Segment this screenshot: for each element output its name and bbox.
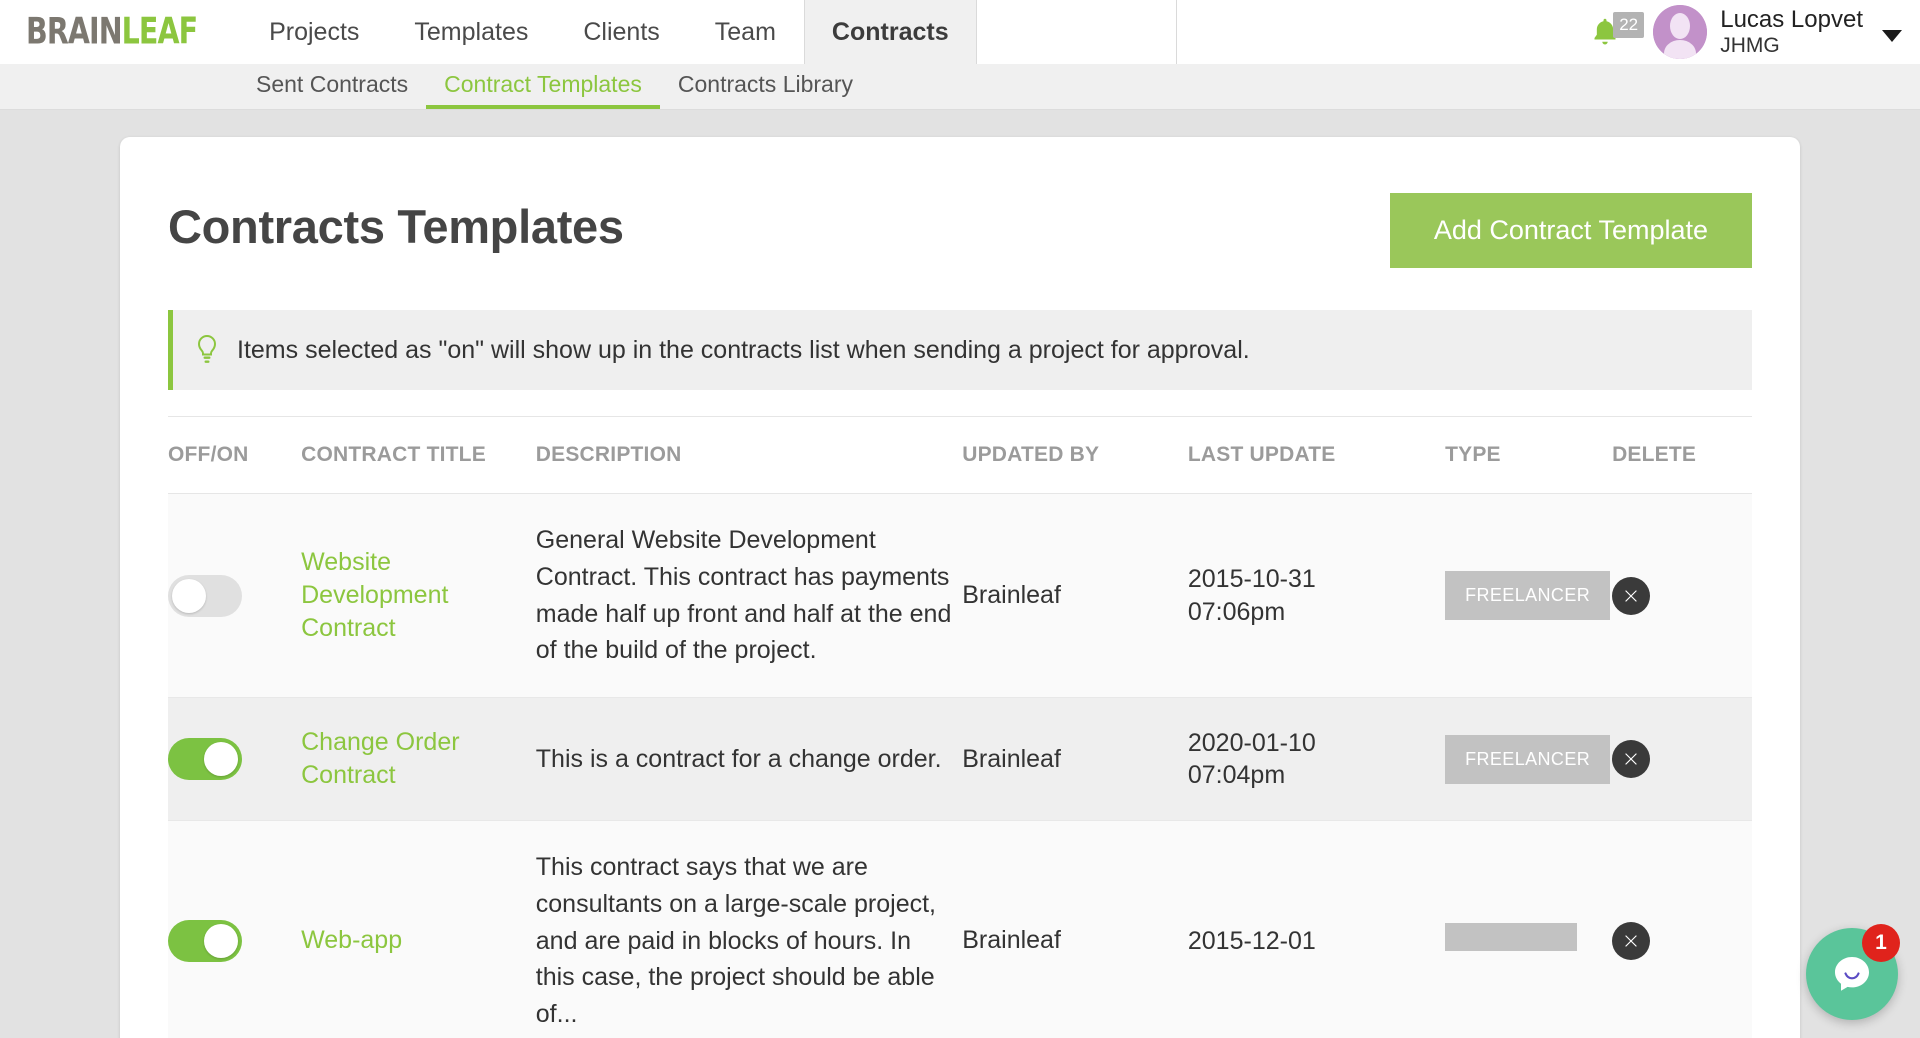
avatar <box>1653 5 1708 59</box>
cell-type: FREELANCER <box>1445 697 1613 821</box>
cell-last-update: 2020-01-10 07:04pm <box>1187 697 1446 821</box>
notification-count-badge: 22 <box>1613 12 1645 38</box>
type-badge: FREELANCER <box>1445 571 1611 620</box>
cell-updated-by: Brainleaf <box>962 697 1188 821</box>
table-row: Website Development Contract General Web… <box>168 493 1752 698</box>
column-header-type: TYPE <box>1445 416 1613 494</box>
last-update-date: 2015-12-01 <box>1187 926 1316 955</box>
content-card: Contracts Templates Add Contract Templat… <box>120 137 1800 1038</box>
close-circle-icon <box>1625 935 1637 947</box>
cell-off-on <box>168 820 302 1038</box>
contract-title-link[interactable]: Change Order Contract <box>301 726 526 792</box>
nav-item-templates[interactable]: Templates <box>387 0 556 64</box>
column-header-contract-title: CONTRACT TITLE <box>301 416 536 494</box>
cell-contract-title: Website Development Contract <box>301 493 536 698</box>
contract-title-link[interactable]: Web-app <box>301 924 402 957</box>
table-row: Web-app This contract says that we are c… <box>168 820 1752 1038</box>
cell-description: General Website Development Contract. Th… <box>535 493 963 698</box>
toggle-knob <box>204 923 238 958</box>
toggle-switch[interactable] <box>168 919 242 962</box>
brand-logo-text: BRAINLEAF <box>26 13 198 51</box>
user-info: Lucas Lopvet JHMG <box>1720 5 1863 57</box>
page-title: Contracts Templates <box>168 200 624 253</box>
table-body: Website Development Contract General Web… <box>168 493 1752 1038</box>
cell-delete <box>1612 493 1752 698</box>
chevron-down-icon[interactable] <box>1882 30 1902 42</box>
topbar-right-cluster: 22 Lucas Lopvet JHMG <box>1591 0 1920 64</box>
contract-title-link[interactable]: Website Development Contract <box>301 546 526 645</box>
toggle-switch[interactable] <box>168 738 242 780</box>
subnav-item-sent-contracts[interactable]: Sent Contracts <box>238 64 426 109</box>
page-body: Contracts Templates Add Contract Templat… <box>0 110 1920 1038</box>
type-badge: FREELANCER <box>1445 734 1611 784</box>
cell-off-on <box>168 493 302 698</box>
table-header: OFF/ON CONTRACT TITLE DESCRIPTION UPDATE… <box>168 416 1752 494</box>
table-header-row: OFF/ON CONTRACT TITLE DESCRIPTION UPDATE… <box>168 416 1752 494</box>
column-header-description: DESCRIPTION <box>535 416 963 494</box>
type-badge <box>1445 923 1578 952</box>
table-row: Change Order Contract This is a contract… <box>168 697 1752 821</box>
last-update-time: 07:04pm <box>1187 761 1286 789</box>
last-update-date: 2020-01-10 <box>1187 728 1316 757</box>
column-header-off-on: OFF/ON <box>168 416 302 494</box>
toggle-knob <box>204 742 238 776</box>
cell-delete <box>1612 820 1752 1038</box>
cell-type <box>1445 820 1613 1038</box>
toggle-switch[interactable] <box>168 574 242 617</box>
cell-type: FREELANCER <box>1445 493 1613 698</box>
column-header-delete: DELETE <box>1612 416 1752 494</box>
cell-off-on <box>168 697 302 821</box>
brand-logo-brain: BRAIN <box>26 10 123 53</box>
primary-nav: Projects Templates Clients Team Contract… <box>242 0 1177 64</box>
delete-button[interactable] <box>1612 921 1651 960</box>
avatar-icon <box>1653 5 1708 59</box>
chat-unread-badge: 1 <box>1862 924 1900 962</box>
cell-contract-title: Change Order Contract <box>301 697 536 821</box>
card-header: Contracts Templates Add Contract Templat… <box>168 193 1752 268</box>
nav-item-contracts[interactable]: Contracts <box>803 0 977 64</box>
secondary-nav: Sent Contracts Contract Templates Contra… <box>0 64 1920 110</box>
info-banner: Items selected as "on" will show up in t… <box>168 310 1752 390</box>
brand-logo-leaf: LEAF <box>121 10 198 53</box>
delete-button[interactable] <box>1612 576 1651 615</box>
nav-item-team[interactable]: Team <box>688 0 804 64</box>
user-menu[interactable]: Lucas Lopvet JHMG <box>1653 5 1902 59</box>
cell-updated-by: Brainleaf <box>962 493 1188 698</box>
cell-delete <box>1612 697 1752 821</box>
cell-updated-by: Brainleaf <box>962 820 1188 1038</box>
close-circle-icon <box>1625 753 1637 765</box>
nav-item-projects[interactable]: Projects <box>242 0 387 64</box>
subnav-item-contracts-library[interactable]: Contracts Library <box>660 64 871 109</box>
brand-logo[interactable]: BRAINLEAF <box>0 0 242 64</box>
cell-last-update: 2015-12-01 <box>1187 820 1446 1038</box>
top-navigation-bar: BRAINLEAF Projects Templates Clients Tea… <box>0 0 1920 64</box>
nav-spacer <box>977 0 1177 64</box>
lightbulb-icon <box>197 334 217 363</box>
cell-description: This contract says that we are consultan… <box>535 820 963 1038</box>
cell-description: This is a contract for a change order. <box>535 697 963 821</box>
cell-contract-title: Web-app <box>301 820 536 1038</box>
chat-widget-button[interactable]: 1 <box>1806 924 1900 1020</box>
subnav-item-contract-templates[interactable]: Contract Templates <box>426 64 660 109</box>
nav-item-clients[interactable]: Clients <box>556 0 687 64</box>
notifications-button[interactable]: 22 <box>1591 12 1645 48</box>
column-header-updated-by: UPDATED BY <box>962 416 1188 494</box>
info-banner-text: Items selected as "on" will show up in t… <box>237 335 1250 364</box>
user-org: JHMG <box>1720 33 1780 57</box>
column-header-last-update: LAST UPDATE <box>1187 416 1446 494</box>
toggle-knob <box>172 578 206 613</box>
last-update-time: 07:06pm <box>1187 597 1286 626</box>
cell-last-update: 2015-10-31 07:06pm <box>1187 493 1446 698</box>
user-name: Lucas Lopvet <box>1720 5 1863 33</box>
add-contract-template-button[interactable]: Add Contract Template <box>1389 193 1752 268</box>
delete-button[interactable] <box>1612 740 1651 778</box>
close-circle-icon <box>1625 589 1637 602</box>
contract-templates-table: OFF/ON CONTRACT TITLE DESCRIPTION UPDATE… <box>168 416 1752 1038</box>
last-update-date: 2015-10-31 <box>1187 565 1316 593</box>
